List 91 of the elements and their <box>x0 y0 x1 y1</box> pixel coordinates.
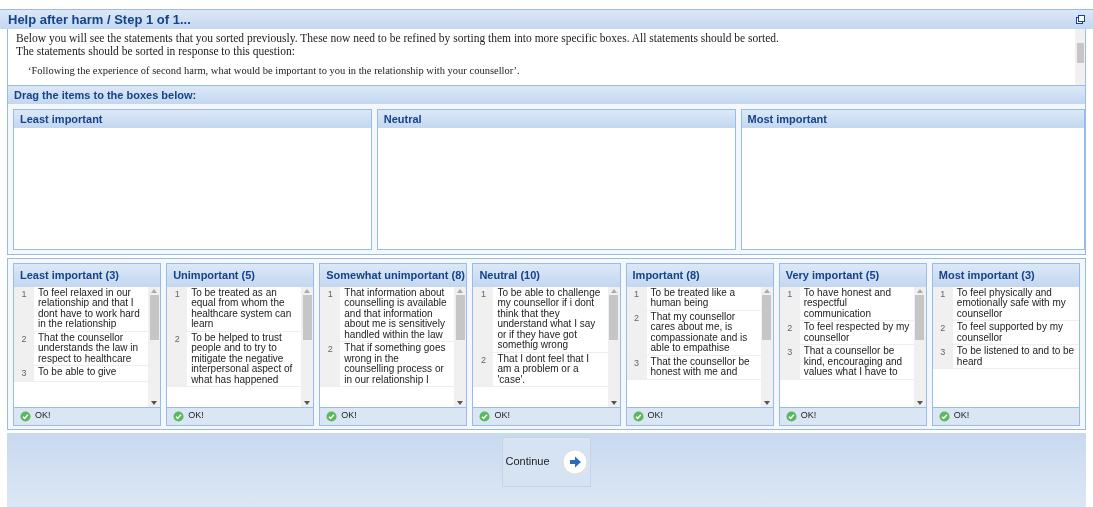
statement-text: To be listened to and to be heard <box>955 345 1076 368</box>
status-text: OK! <box>341 409 357 423</box>
statement-text: That my counsellor cares about me, is compassionate and is able to empathise <box>649 310 749 355</box>
statement-text: That the counsellor be honest with me and <box>649 355 751 379</box>
drop-box-title: Most important <box>741 110 1084 128</box>
statement-item[interactable]: 3 To be able to give <box>14 366 149 382</box>
status-text: OK! <box>494 409 510 423</box>
item-number: 3 <box>932 345 953 368</box>
statement-item[interactable]: 2 That my counsellor cares about me, is compassionate and is able to empathise <box>626 310 761 356</box>
statement-item[interactable]: 2 That I dont feel that I am a problem or a 'case'. <box>473 352 608 387</box>
check-icon <box>632 410 644 422</box>
status-text: OK! <box>647 409 664 423</box>
statement-text: To feel respected by my counsellor <box>802 321 911 344</box>
item-number: 2 <box>14 331 34 365</box>
scrollbar[interactable] <box>1075 29 1085 85</box>
section-header: Drag the items to the boxes below: <box>8 86 1085 104</box>
check-icon <box>938 410 950 422</box>
category-title: Unimportant (5) <box>167 264 314 287</box>
statement-text: To have honest and respectful communication <box>802 286 892 320</box>
statement-item[interactable]: 3 To be listened to and to be heard <box>932 345 1079 369</box>
item-number: 1 <box>473 286 494 352</box>
item-number: 2 <box>473 352 494 386</box>
statement-item[interactable]: 1 To be able to challenge my counsellor if i dont think that they understand what I say or if they have got somethig wrong <box>473 286 608 353</box>
scrollbar[interactable] <box>301 286 314 407</box>
statement-item[interactable]: 2 That the counsellor understands the law in respect to healthcare <box>14 331 149 366</box>
category-title: Neutral (10) <box>473 264 620 287</box>
item-number: 2 <box>626 310 647 355</box>
item-number: 2 <box>320 342 341 386</box>
statement-item[interactable]: 1 To feel physically and emotionally safe with my counsellor <box>932 286 1079 321</box>
drop-box[interactable]: Most important <box>740 109 1085 250</box>
item-number: 2 <box>932 321 953 344</box>
statement-text: That information about counselling is available and that information about me is sensitively handled within the law <box>343 286 448 341</box>
statement-item[interactable]: 1 To feel relaxed in our relationship and that I dont have to work hard in the relationship <box>14 286 149 332</box>
item-number: 3 <box>779 345 800 379</box>
item-number: 1 <box>167 286 188 331</box>
item-number: 2 <box>779 321 800 344</box>
statement-text: That the counsellor understands the law in respect to healthcare <box>37 331 140 365</box>
status-text: OK! <box>800 409 817 423</box>
statement-item[interactable]: 1 To have honest and respectful communication <box>779 286 914 321</box>
scrollbar[interactable] <box>148 286 161 407</box>
item-number: 3 <box>626 355 647 379</box>
check-icon <box>20 410 31 422</box>
item-number: 1 <box>626 286 647 310</box>
statement-text: To feel physically and emotionally safe with my counsellor <box>955 286 1067 320</box>
category-title: Somewhat unimportant (8) <box>320 264 467 287</box>
statement-text: To be treated like a human being <box>649 286 737 310</box>
category-title: Most important (3) <box>932 264 1079 287</box>
statement-text: That a counsellor be kind, encouraging and values what I have to <box>802 345 904 379</box>
status-text: OK! <box>35 409 51 423</box>
status-text: OK! <box>953 409 970 423</box>
item-number: 1 <box>320 286 341 341</box>
item-number: 2 <box>167 331 188 386</box>
statement-item[interactable]: 2 To feel supported by my counsellor <box>932 321 1079 345</box>
restore-icon[interactable] <box>1076 15 1085 24</box>
statement-item[interactable]: 1 To be treated as an equal from whom the healthcare system can learn <box>167 286 302 332</box>
check-icon <box>173 410 185 422</box>
item-number: 1 <box>932 286 953 320</box>
scrollbar[interactable] <box>454 286 467 407</box>
drop-box[interactable]: Least important <box>13 109 372 250</box>
category-title: Least important (3) <box>14 264 161 287</box>
statement-item[interactable]: 1 That information about counselling is available and that information about me is sensitively handled within the law <box>320 286 455 342</box>
item-number: 1 <box>14 286 34 331</box>
statement-text: To feel relaxed in our relationship and that I dont have to work hard in the relationship <box>37 286 141 331</box>
status-text: OK! <box>188 409 204 423</box>
item-number: 1 <box>779 286 800 320</box>
check-icon <box>326 410 338 422</box>
statement-item[interactable]: 2 That if something goes wrong in the counselling process or in our relationship I <box>320 342 455 387</box>
statement-text: To be treated as an equal from whom the healthcare system can learn <box>190 286 293 331</box>
statement-text: To be able to challenge my counsellor if i dont think that they understand what I say or if they have got somethig wrong <box>496 286 602 352</box>
check-icon <box>785 410 797 422</box>
drop-box-title: Least important <box>14 110 371 128</box>
check-icon <box>479 410 491 422</box>
continue-button[interactable]: Continue <box>502 436 591 487</box>
statement-item[interactable]: 1 To be treated like a human being <box>626 286 761 311</box>
category-title: Important (8) <box>626 264 773 287</box>
drop-box-title: Neutral <box>377 110 735 128</box>
statement-text: That I dont feel that I am a problem or a 'case'. <box>496 352 591 386</box>
arrow-right-icon <box>561 448 588 475</box>
statement-text: To be helped to trust people and to try to mitigate the negative interpersonal aspect of what has happened <box>190 331 294 386</box>
statement-text: To be able to give <box>37 366 118 379</box>
instructions-text: Below you will see the statements that you sorted previously. These now need to be refined by sorting them into more specific boxes. All statements should be sorted. The statements should be sorted in response to this question: ‘Following the experience of second harm, what would be important to you in the relationship with your counsellor’. <box>15 31 780 78</box>
statement-text: That if something goes wrong in the counselling process or in our relationship I <box>343 342 447 386</box>
item-number: 3 <box>14 366 34 381</box>
window-title: Help after harm / Step 1 of 1... <box>8 10 191 29</box>
statement-text: To feel supported by my counsellor <box>955 321 1064 344</box>
statement-item[interactable]: 3 That the counsellor be honest with me and <box>626 355 761 380</box>
statement-item[interactable]: 3 That a counsellor be kind, encouraging and values what I have to <box>779 345 914 380</box>
drop-box[interactable]: Neutral <box>376 109 736 250</box>
category-title: Very important (5) <box>779 264 926 287</box>
statement-item[interactable]: 2 To feel respected by my counsellor <box>779 321 914 345</box>
statement-item[interactable]: 2 To be helped to trust people and to try to mitigate the negative interpersonal aspect of what has happened <box>167 331 302 387</box>
